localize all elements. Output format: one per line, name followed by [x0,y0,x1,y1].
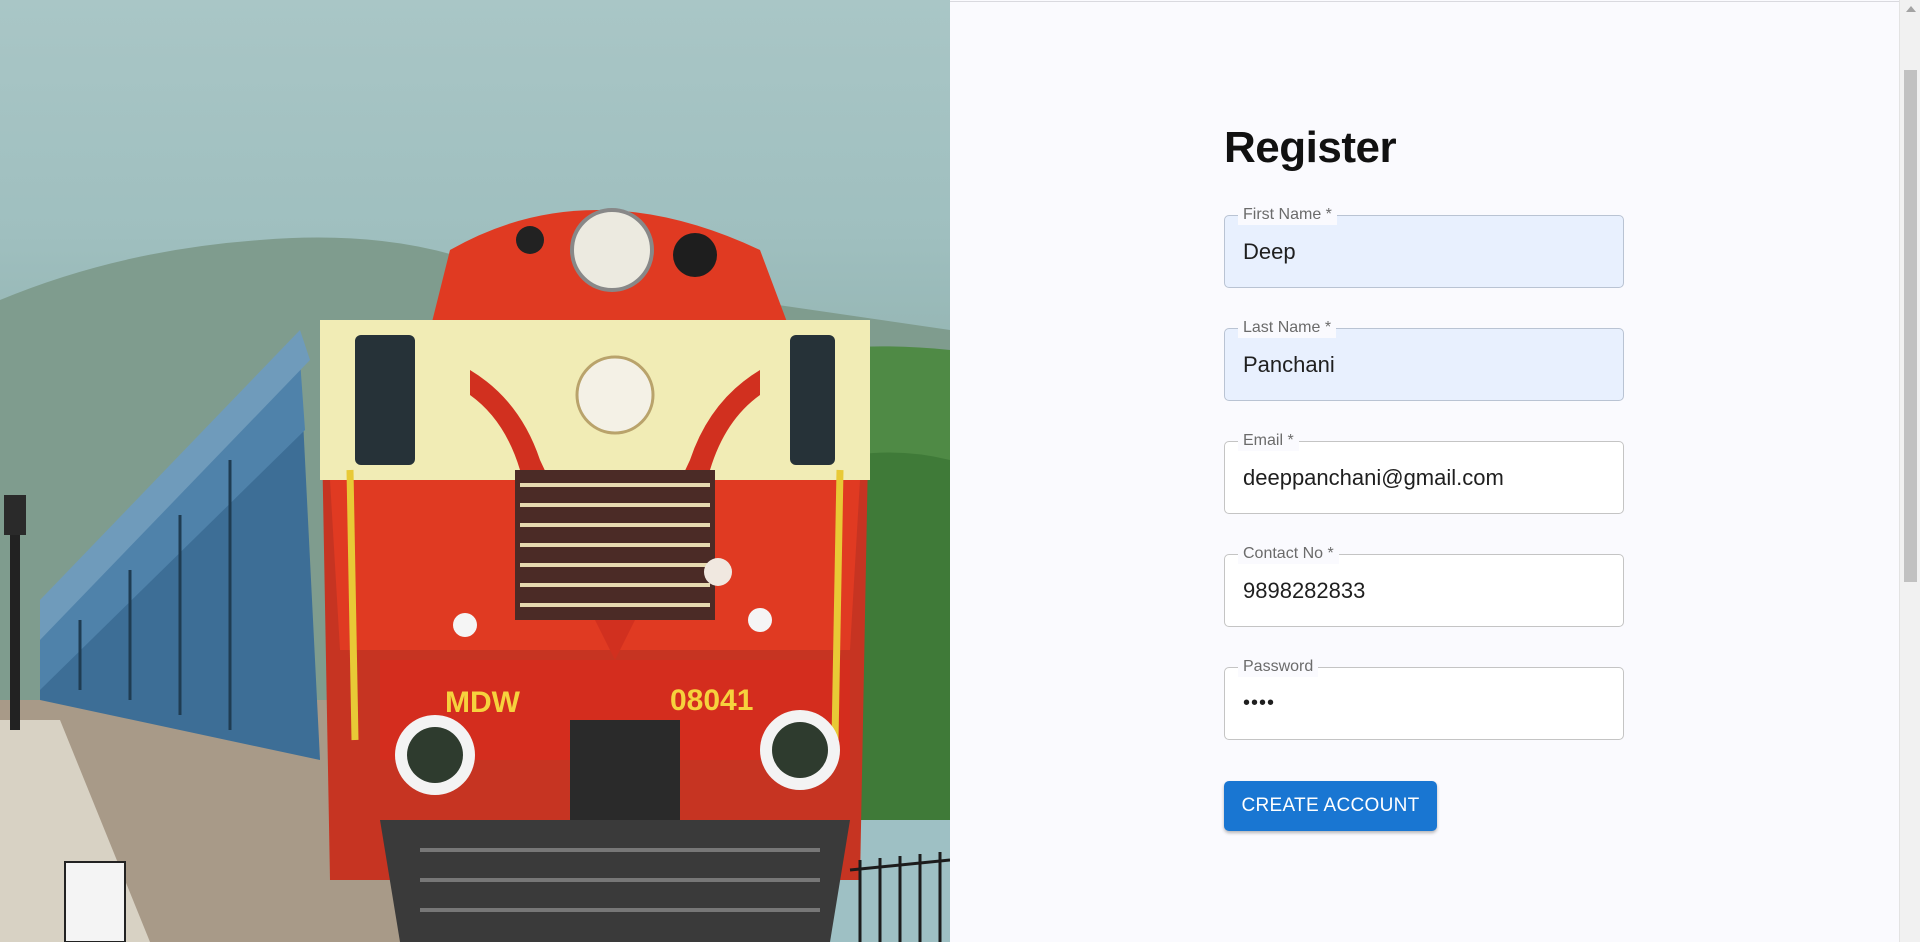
email-label: Email * [1238,431,1299,451]
last-name-input[interactable]: Panchani [1243,351,1335,379]
train-illustration: MDW 08041 [0,208,950,942]
first-name-field[interactable]: First Name * Deep [1224,205,1624,288]
loco-class-text: MDW [445,686,521,719]
page-scrollbar[interactable] [1899,0,1920,942]
contact-no-label: Contact No * [1238,544,1339,564]
create-account-button[interactable]: CREATE ACCOUNT [1224,781,1437,831]
scroll-thumb[interactable] [1904,70,1917,582]
password-field[interactable]: Password •••• [1224,657,1624,740]
loco-number-text: 08041 [670,684,753,717]
register-panel: Register First Name * Deep Last Name * P… [950,1,1899,942]
page-title: Register [1224,123,1397,172]
email-field[interactable]: Email * deeppanchani@gmail.com [1224,431,1624,514]
scroll-up-arrow-icon[interactable] [1900,0,1920,18]
email-input[interactable]: deeppanchani@gmail.com [1243,464,1504,492]
contact-no-field[interactable]: Contact No * 9898282833 [1224,544,1624,627]
last-name-label: Last Name * [1238,318,1337,338]
first-name-label: First Name * [1238,205,1337,225]
password-input[interactable]: •••• [1243,689,1275,717]
first-name-input[interactable]: Deep [1243,238,1296,266]
last-name-field[interactable]: Last Name * Panchani [1224,318,1624,401]
register-form: Register First Name * Deep Last Name * P… [1224,120,1624,831]
contact-no-input[interactable]: 9898282833 [1243,577,1365,605]
hero-image: MDW 08041 [0,0,950,942]
password-label: Password [1238,657,1319,677]
